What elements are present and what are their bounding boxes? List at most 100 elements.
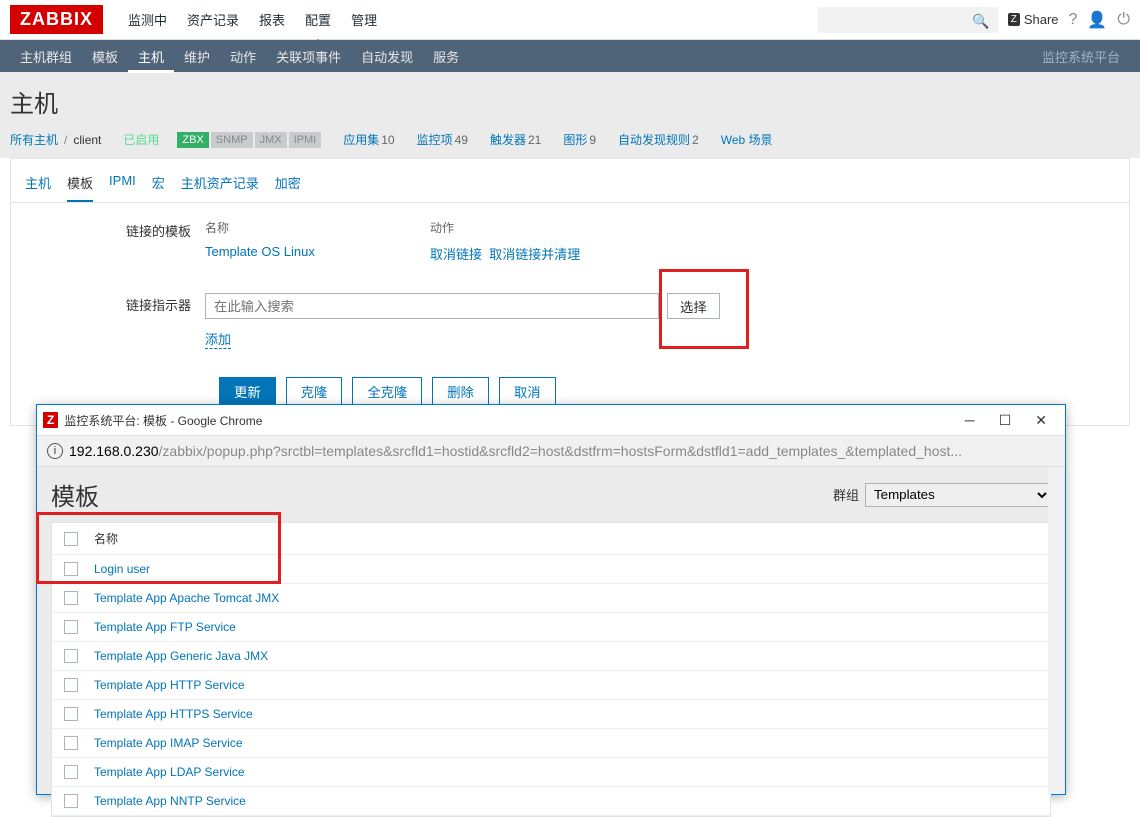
menu-reports[interactable]: 报表 bbox=[249, 0, 295, 39]
row-checkbox[interactable] bbox=[64, 794, 78, 808]
linked-template-link[interactable]: Template OS Linux bbox=[205, 244, 315, 259]
row-checkbox[interactable] bbox=[64, 707, 78, 721]
stat-discovery[interactable]: 自动发现规则2 bbox=[618, 131, 699, 148]
subnav-hostgroups[interactable]: 主机群组 bbox=[10, 40, 82, 73]
logo[interactable]: ZABBIX bbox=[10, 5, 103, 34]
tab-inventory[interactable]: 主机资产记录 bbox=[181, 167, 259, 202]
row-checkbox[interactable] bbox=[64, 649, 78, 663]
row-checkbox[interactable] bbox=[64, 736, 78, 750]
table-row: Login user bbox=[52, 555, 1050, 584]
minimize-icon[interactable]: ─ bbox=[965, 412, 975, 429]
menu-administration[interactable]: 管理 bbox=[341, 0, 387, 39]
col-action-header: 动作 bbox=[430, 219, 454, 236]
power-icon[interactable]: ⏻ bbox=[1117, 11, 1130, 29]
popup-logo-icon: Z bbox=[43, 412, 58, 428]
subnav-discovery[interactable]: 自动发现 bbox=[351, 40, 423, 73]
scrollbar[interactable] bbox=[1048, 467, 1064, 794]
template-link[interactable]: Template App HTTPS Service bbox=[94, 707, 253, 721]
add-link[interactable]: 添加 bbox=[205, 329, 231, 349]
ipmi-badge: IPMI bbox=[289, 132, 322, 148]
popup-content: 模板 群组 Templates 名称 Login user Template A… bbox=[37, 467, 1065, 794]
close-icon[interactable]: ✕ bbox=[1035, 412, 1047, 429]
popup-title-text: 监控系统平台: 模板 - Google Chrome bbox=[64, 412, 262, 429]
main-panel: 主机 模板 IPMI 宏 主机资产记录 加密 链接的模板 名称 动作 Templ… bbox=[10, 158, 1130, 426]
row-checkbox[interactable] bbox=[64, 620, 78, 634]
clone-button[interactable]: 克隆 bbox=[286, 377, 343, 405]
search-input[interactable] bbox=[818, 7, 998, 33]
user-icon[interactable]: 👤 bbox=[1087, 10, 1107, 30]
sub-nav: 主机群组 模板 主机 维护 动作 关联项事件 自动发现 服务 监控系统平台 bbox=[0, 40, 1140, 72]
info-icon[interactable]: i bbox=[47, 443, 63, 459]
row-checkbox[interactable] bbox=[64, 562, 78, 576]
table-row: Template App HTTP Service bbox=[52, 671, 1050, 700]
template-link[interactable]: Login user bbox=[94, 562, 150, 576]
table-row: Template App IMAP Service bbox=[52, 729, 1050, 758]
tab-host[interactable]: 主机 bbox=[25, 167, 51, 202]
select-button[interactable]: 选择 bbox=[667, 293, 720, 319]
breadcrumb-separator: / bbox=[64, 133, 67, 147]
template-link[interactable]: Template App LDAP Service bbox=[94, 765, 245, 779]
template-link[interactable]: Template App NNTP Service bbox=[94, 794, 246, 808]
share-button[interactable]: Z Share bbox=[1008, 12, 1059, 27]
col-name-header: 名称 bbox=[205, 219, 430, 236]
template-link[interactable]: Template App Apache Tomcat JMX bbox=[94, 591, 279, 605]
subnav-templates[interactable]: 模板 bbox=[82, 40, 128, 73]
table-row: Template App Generic Java JMX bbox=[52, 642, 1050, 671]
menu-monitoring[interactable]: 监测中 bbox=[118, 0, 177, 39]
stat-items[interactable]: 监控项49 bbox=[417, 131, 468, 148]
subnav-actions[interactable]: 动作 bbox=[220, 40, 266, 73]
unlink-link[interactable]: 取消链接 bbox=[430, 247, 482, 262]
button-row: 更新 克隆 全克隆 删除 取消 bbox=[219, 377, 1115, 405]
stat-graphs[interactable]: 图形9 bbox=[563, 131, 596, 148]
subnav-services[interactable]: 服务 bbox=[423, 40, 469, 73]
maximize-icon[interactable]: ☐ bbox=[999, 412, 1012, 429]
share-label: Share bbox=[1024, 12, 1059, 27]
template-link[interactable]: Template App HTTP Service bbox=[94, 678, 245, 692]
group-select[interactable]: Templates bbox=[865, 483, 1051, 507]
template-table: 名称 Login user Template App Apache Tomcat… bbox=[51, 522, 1051, 817]
update-button[interactable]: 更新 bbox=[219, 377, 276, 405]
full-clone-button[interactable]: 全克隆 bbox=[352, 377, 422, 405]
row-checkbox[interactable] bbox=[64, 765, 78, 779]
unlink-clear-link[interactable]: 取消链接并清理 bbox=[489, 247, 580, 262]
delete-button[interactable]: 删除 bbox=[432, 377, 489, 405]
row-checkbox[interactable] bbox=[64, 678, 78, 692]
stat-web[interactable]: Web 场景 bbox=[721, 131, 773, 148]
breadcrumb-all-hosts[interactable]: 所有主机 bbox=[10, 131, 58, 148]
tab-templates[interactable]: 模板 bbox=[67, 167, 93, 202]
popup-titlebar[interactable]: Z 监控系统平台: 模板 - Google Chrome ─ ☐ ✕ bbox=[37, 405, 1065, 435]
table-col-name: 名称 bbox=[94, 530, 118, 547]
select-all-checkbox[interactable] bbox=[64, 532, 78, 546]
search-icon[interactable]: 🔍 bbox=[972, 13, 989, 30]
subnav-maintenance[interactable]: 维护 bbox=[174, 40, 220, 73]
tab-encryption[interactable]: 加密 bbox=[275, 167, 301, 202]
z-badge-icon: Z bbox=[1008, 13, 1020, 26]
subnav-correlation[interactable]: 关联项事件 bbox=[266, 40, 351, 73]
tab-row: 主机 模板 IPMI 宏 主机资产记录 加密 bbox=[11, 159, 1129, 203]
stat-triggers[interactable]: 触发器21 bbox=[490, 131, 541, 148]
snmp-badge: SNMP bbox=[211, 132, 253, 148]
table-row: Template App Apache Tomcat JMX bbox=[52, 584, 1050, 613]
page-header-area: 主机 所有主机 / client 已启用 ZBX SNMP JMX IPMI 应… bbox=[0, 72, 1140, 158]
subnav-hosts[interactable]: 主机 bbox=[128, 40, 174, 73]
top-nav: ZABBIX 监测中 资产记录 报表 配置 管理 🔍 Z Share ? 👤 ⏻ bbox=[0, 0, 1140, 40]
help-icon[interactable]: ? bbox=[1069, 11, 1078, 29]
popup-header: 模板 群组 Templates bbox=[51, 477, 1051, 512]
group-label: 群组 bbox=[833, 485, 859, 504]
template-search-input[interactable] bbox=[205, 293, 659, 319]
template-link[interactable]: Template App Generic Java JMX bbox=[94, 649, 268, 663]
tab-macros[interactable]: 宏 bbox=[152, 167, 165, 202]
url-host: 192.168.0.230 bbox=[69, 443, 159, 459]
template-link[interactable]: Template App IMAP Service bbox=[94, 736, 243, 750]
menu-configuration[interactable]: 配置 bbox=[295, 0, 341, 39]
popup-filter: 群组 Templates bbox=[833, 483, 1051, 507]
template-link[interactable]: Template App FTP Service bbox=[94, 620, 236, 634]
menu-inventory[interactable]: 资产记录 bbox=[177, 0, 249, 39]
cancel-button[interactable]: 取消 bbox=[499, 377, 556, 405]
popup-heading: 模板 bbox=[51, 477, 99, 512]
tab-ipmi[interactable]: IPMI bbox=[109, 167, 136, 202]
row-checkbox[interactable] bbox=[64, 591, 78, 605]
table-row: Template App LDAP Service bbox=[52, 758, 1050, 787]
stat-applications[interactable]: 应用集10 bbox=[343, 131, 394, 148]
table-row: Template App HTTPS Service bbox=[52, 700, 1050, 729]
